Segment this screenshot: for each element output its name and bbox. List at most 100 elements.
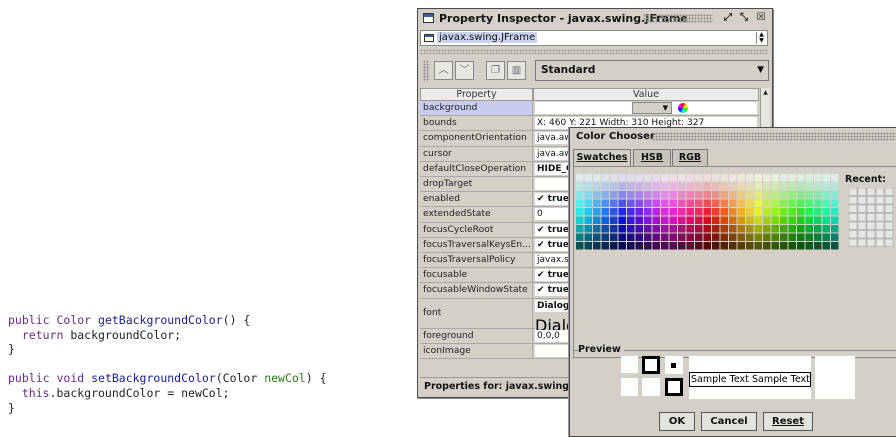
reset-button[interactable]: Reset bbox=[763, 412, 813, 431]
recent-swatch[interactable] bbox=[884, 230, 894, 239]
swatch[interactable] bbox=[780, 216, 788, 225]
swatch[interactable] bbox=[805, 208, 814, 216]
swatch[interactable] bbox=[644, 233, 652, 242]
swatch[interactable] bbox=[737, 225, 746, 233]
swatch[interactable] bbox=[584, 233, 593, 242]
swatch[interactable] bbox=[822, 199, 831, 208]
swatch[interactable] bbox=[661, 208, 669, 216]
recent-swatch[interactable] bbox=[866, 221, 876, 230]
swatch[interactable] bbox=[831, 182, 839, 191]
swatch[interactable] bbox=[618, 199, 627, 208]
swatch[interactable] bbox=[695, 182, 703, 191]
swatch[interactable] bbox=[703, 242, 712, 250]
swatch[interactable] bbox=[703, 208, 712, 216]
swatch[interactable] bbox=[652, 225, 661, 233]
swatch[interactable] bbox=[644, 174, 652, 182]
swatch[interactable] bbox=[686, 191, 695, 199]
recent-swatch[interactable] bbox=[849, 196, 858, 205]
swatch[interactable] bbox=[661, 182, 669, 191]
swatch[interactable] bbox=[686, 174, 695, 182]
swatch[interactable] bbox=[652, 199, 661, 208]
swatch[interactable] bbox=[601, 182, 610, 191]
swatch[interactable] bbox=[593, 208, 601, 216]
swatch[interactable] bbox=[618, 182, 627, 191]
swatch[interactable] bbox=[678, 191, 686, 199]
swatch[interactable] bbox=[771, 182, 780, 191]
ok-button[interactable]: OK bbox=[659, 412, 695, 431]
swatch[interactable] bbox=[771, 199, 780, 208]
swatch[interactable] bbox=[814, 174, 822, 182]
col-property[interactable]: Property bbox=[420, 88, 533, 101]
swatch[interactable] bbox=[703, 199, 712, 208]
recent-swatch[interactable] bbox=[857, 188, 867, 196]
swatch[interactable] bbox=[601, 199, 610, 208]
recent-swatch[interactable] bbox=[857, 221, 867, 230]
swatch[interactable] bbox=[601, 174, 610, 182]
swatch[interactable] bbox=[652, 208, 661, 216]
swatch[interactable] bbox=[661, 199, 669, 208]
swatch[interactable] bbox=[763, 216, 771, 225]
swatch[interactable] bbox=[584, 174, 593, 182]
swatch[interactable] bbox=[729, 182, 737, 191]
recent-swatch[interactable] bbox=[875, 213, 885, 222]
swatch[interactable] bbox=[788, 174, 797, 182]
swatch[interactable] bbox=[610, 208, 618, 216]
swatch[interactable] bbox=[610, 199, 618, 208]
swatch[interactable] bbox=[576, 182, 584, 191]
swatch[interactable] bbox=[584, 225, 593, 233]
swatch[interactable] bbox=[797, 208, 805, 216]
swatch[interactable] bbox=[831, 199, 839, 208]
swatch[interactable] bbox=[652, 233, 661, 242]
recent-swatch[interactable] bbox=[849, 188, 858, 196]
swatch[interactable] bbox=[746, 216, 754, 225]
swatch[interactable] bbox=[618, 225, 627, 233]
swatch[interactable] bbox=[780, 199, 788, 208]
swatch[interactable] bbox=[788, 233, 797, 242]
swatch[interactable] bbox=[814, 208, 822, 216]
swatch[interactable] bbox=[780, 191, 788, 199]
swatch[interactable] bbox=[746, 199, 754, 208]
close-icon[interactable]: ☒ bbox=[755, 12, 767, 24]
swatch[interactable] bbox=[746, 182, 754, 191]
swatch[interactable] bbox=[737, 208, 746, 216]
swatch[interactable] bbox=[669, 182, 678, 191]
color-wheel-icon[interactable] bbox=[678, 103, 688, 113]
recent-swatch[interactable] bbox=[875, 221, 885, 230]
swatch[interactable] bbox=[754, 216, 763, 225]
table-row[interactable]: background ▼ bbox=[420, 101, 759, 117]
swatch[interactable] bbox=[737, 191, 746, 199]
swatch[interactable] bbox=[771, 242, 780, 250]
swatch[interactable] bbox=[797, 199, 805, 208]
swatch[interactable] bbox=[754, 174, 763, 182]
swatch[interactable] bbox=[686, 182, 695, 191]
collapse-icon[interactable]: ︿ bbox=[434, 61, 453, 80]
swatch[interactable] bbox=[695, 191, 703, 199]
swatch[interactable] bbox=[584, 216, 593, 225]
swatch[interactable] bbox=[695, 242, 703, 250]
swatch[interactable] bbox=[601, 225, 610, 233]
swatch[interactable] bbox=[746, 191, 754, 199]
swatch[interactable] bbox=[754, 199, 763, 208]
recent-swatch[interactable] bbox=[884, 238, 894, 247]
swatch[interactable] bbox=[729, 233, 737, 242]
swatch[interactable] bbox=[576, 199, 584, 208]
swatch[interactable] bbox=[737, 242, 746, 250]
swatch[interactable] bbox=[771, 174, 780, 182]
swatch[interactable] bbox=[822, 174, 831, 182]
swatch[interactable] bbox=[635, 182, 644, 191]
swatch[interactable] bbox=[610, 242, 618, 250]
copy-icon[interactable]: ❐ bbox=[486, 61, 505, 80]
swatch[interactable] bbox=[814, 233, 822, 242]
expand-icon[interactable]: ﹀ bbox=[455, 61, 474, 80]
swatch[interactable] bbox=[805, 242, 814, 250]
swatch[interactable] bbox=[814, 242, 822, 250]
swatch[interactable] bbox=[797, 191, 805, 199]
swatch[interactable] bbox=[822, 233, 831, 242]
recent-swatch[interactable] bbox=[875, 204, 885, 213]
swatch[interactable] bbox=[703, 225, 712, 233]
swatch[interactable] bbox=[831, 174, 839, 182]
swatch[interactable] bbox=[669, 242, 678, 250]
swatch[interactable] bbox=[729, 225, 737, 233]
swatch[interactable] bbox=[720, 225, 729, 233]
swatch[interactable] bbox=[720, 182, 729, 191]
